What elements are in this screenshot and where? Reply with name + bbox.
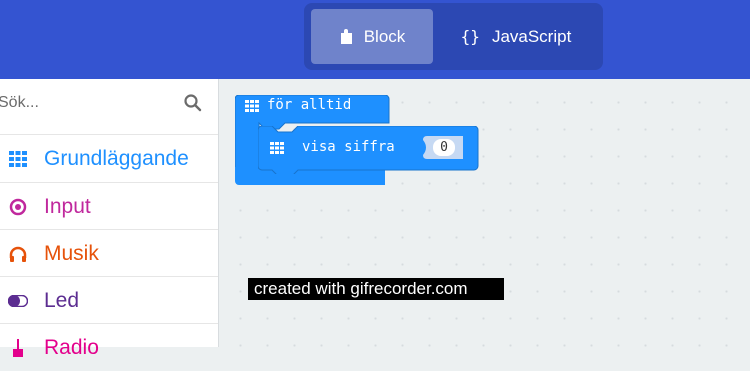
grid-icon: [8, 149, 28, 169]
tab-javascript-label: JavaScript: [491, 26, 572, 46]
tab-block[interactable]: Block: [311, 9, 433, 64]
toolbox-sidebar: Grundläggande Input Musik Led: [0, 79, 219, 359]
toggle-icon: [8, 291, 28, 311]
category-label: Musik: [44, 241, 99, 265]
search-input[interactable]: [0, 89, 170, 117]
watermark: created with gifrecorder.com: [248, 278, 504, 300]
toolbox-search: [0, 79, 218, 129]
category-label: Grundläggande: [44, 146, 189, 170]
category-led[interactable]: Led: [0, 276, 218, 324]
show-number-block-label: visa siffra: [302, 139, 395, 155]
headphones-icon: [8, 244, 28, 264]
grid-icon: [245, 99, 259, 112]
search-icon[interactable]: [184, 94, 202, 117]
category-input[interactable]: Input: [0, 182, 218, 230]
category-grundlaggande[interactable]: Grundläggande: [0, 134, 218, 182]
tab-javascript[interactable]: {} JavaScript: [441, 9, 591, 64]
forever-block-label: för alltid: [267, 97, 352, 113]
editor-toggle: Block {} JavaScript: [304, 3, 603, 70]
number-value[interactable]: 0: [433, 139, 455, 156]
top-bar: Block {} JavaScript: [0, 0, 750, 79]
category-radio[interactable]: Radio: [0, 323, 218, 371]
curly-braces-icon: {}: [460, 27, 480, 46]
number-slot[interactable]: 0: [421, 136, 463, 159]
puzzle-icon: [339, 28, 354, 45]
category-label: Radio: [44, 335, 99, 359]
tab-block-label: Block: [363, 26, 406, 46]
grid-icon: [270, 141, 284, 159]
category-musik[interactable]: Musik: [0, 229, 218, 277]
radio-button-icon: [8, 197, 28, 217]
category-label: Led: [44, 288, 80, 312]
category-label: Input: [44, 194, 91, 218]
radio-antenna-icon: [8, 338, 28, 358]
